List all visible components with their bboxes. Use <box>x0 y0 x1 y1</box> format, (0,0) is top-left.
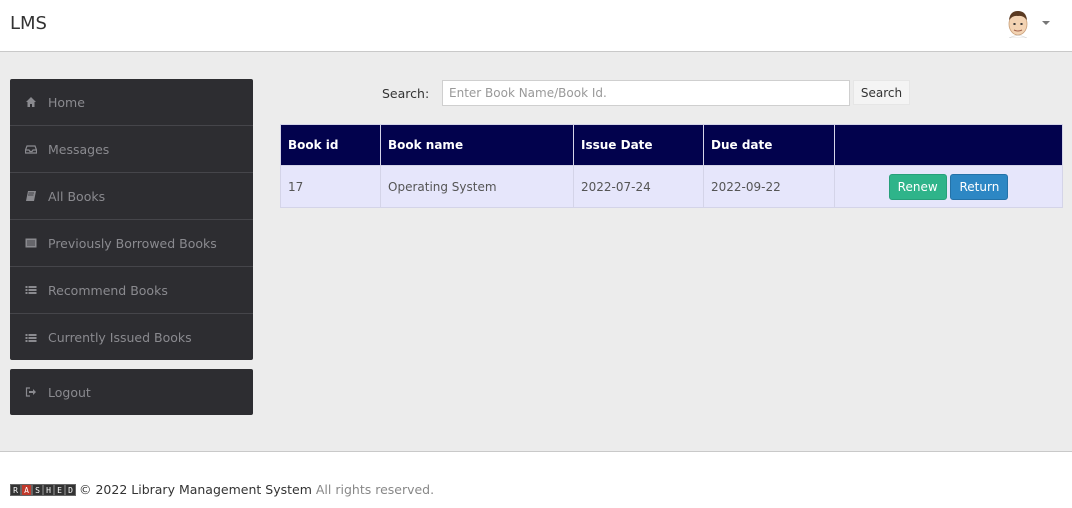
cell-due-date: 2022-09-22 <box>703 165 835 208</box>
list-icon <box>25 284 37 296</box>
search-button[interactable]: Search <box>853 80 910 105</box>
sidebar-item-home[interactable]: Home <box>10 79 253 126</box>
table-header-row: Book id Book name Issue Date Due date <box>280 124 1063 166</box>
logout-icon <box>25 386 37 398</box>
renew-button[interactable]: Renew <box>888 173 947 200</box>
cell-book-name: Operating System <box>380 165 574 208</box>
rashed-logo[interactable]: R A S H E D <box>10 483 76 496</box>
cell-issue-date: 2022-07-24 <box>573 165 704 208</box>
search-label: Search: <box>382 86 430 101</box>
sidebar-item-label: Recommend Books <box>48 282 168 298</box>
logo-letter: E <box>54 483 65 496</box>
sidebar-item-recommend[interactable]: Recommend Books <box>10 267 253 314</box>
sidebar-item-currently-issued[interactable]: Currently Issued Books <box>10 314 253 361</box>
search-input[interactable] <box>442 80 850 106</box>
footer-copyright-line: R A S H E D © 2022 Library Management Sy… <box>10 482 434 497</box>
cell-actions: Renew Return <box>834 165 1063 208</box>
issued-books-table: Book id Book name Issue Date Due date 17… <box>280 124 1063 208</box>
cell-book-id: 17 <box>280 165 381 208</box>
brand-title[interactable]: LMS <box>10 13 47 34</box>
book-icon <box>25 190 37 202</box>
column-header-issue-date: Issue Date <box>573 124 704 166</box>
list-alt-icon <box>25 237 37 249</box>
logout-label: Logout <box>48 384 91 400</box>
footer: R A S H E D © 2022 Library Management Sy… <box>0 451 1072 508</box>
home-icon <box>25 96 37 108</box>
sidebar-item-messages[interactable]: Messages <box>10 126 253 173</box>
sidebar-item-all-books[interactable]: All Books <box>10 173 253 220</box>
logo-letter: R <box>10 483 21 496</box>
logo-letter: A <box>21 483 32 496</box>
sidebar-item-label: Currently Issued Books <box>48 330 192 345</box>
column-header-book-name: Book name <box>380 124 574 166</box>
column-header-due-date: Due date <box>703 124 835 166</box>
return-button[interactable]: Return <box>950 173 1009 200</box>
sidebar-item-previously-borrowed[interactable]: Previously Borrowed Books <box>10 220 253 267</box>
sidebar-item-label: All Books <box>48 188 106 204</box>
footer-rights: All rights reserved. <box>315 482 435 497</box>
sidebar-item-label: Home <box>48 94 85 110</box>
column-header-actions <box>834 124 1063 166</box>
table-row: 17 Operating System 2022-07-24 2022-09-2… <box>280 165 1063 208</box>
user-menu-caret-icon[interactable] <box>1042 21 1050 25</box>
column-header-book-id: Book id <box>280 124 381 166</box>
inbox-icon <box>25 143 37 155</box>
footer-copyright: © 2022 Library Management System <box>79 482 312 497</box>
sidebar-menu: Home Messages All Books Previously Borro… <box>10 79 253 360</box>
user-avatar-icon[interactable] <box>1003 8 1033 38</box>
logo-letter: S <box>32 483 43 496</box>
logo-letter: D <box>65 483 76 496</box>
logout-button[interactable]: Logout <box>10 369 253 415</box>
logo-letter: H <box>43 483 54 496</box>
sidebar-item-label: Messages <box>48 141 110 157</box>
list-icon <box>25 332 37 344</box>
sidebar-item-label: Previously Borrowed Books <box>48 235 217 251</box>
top-navbar: LMS <box>0 0 1072 52</box>
